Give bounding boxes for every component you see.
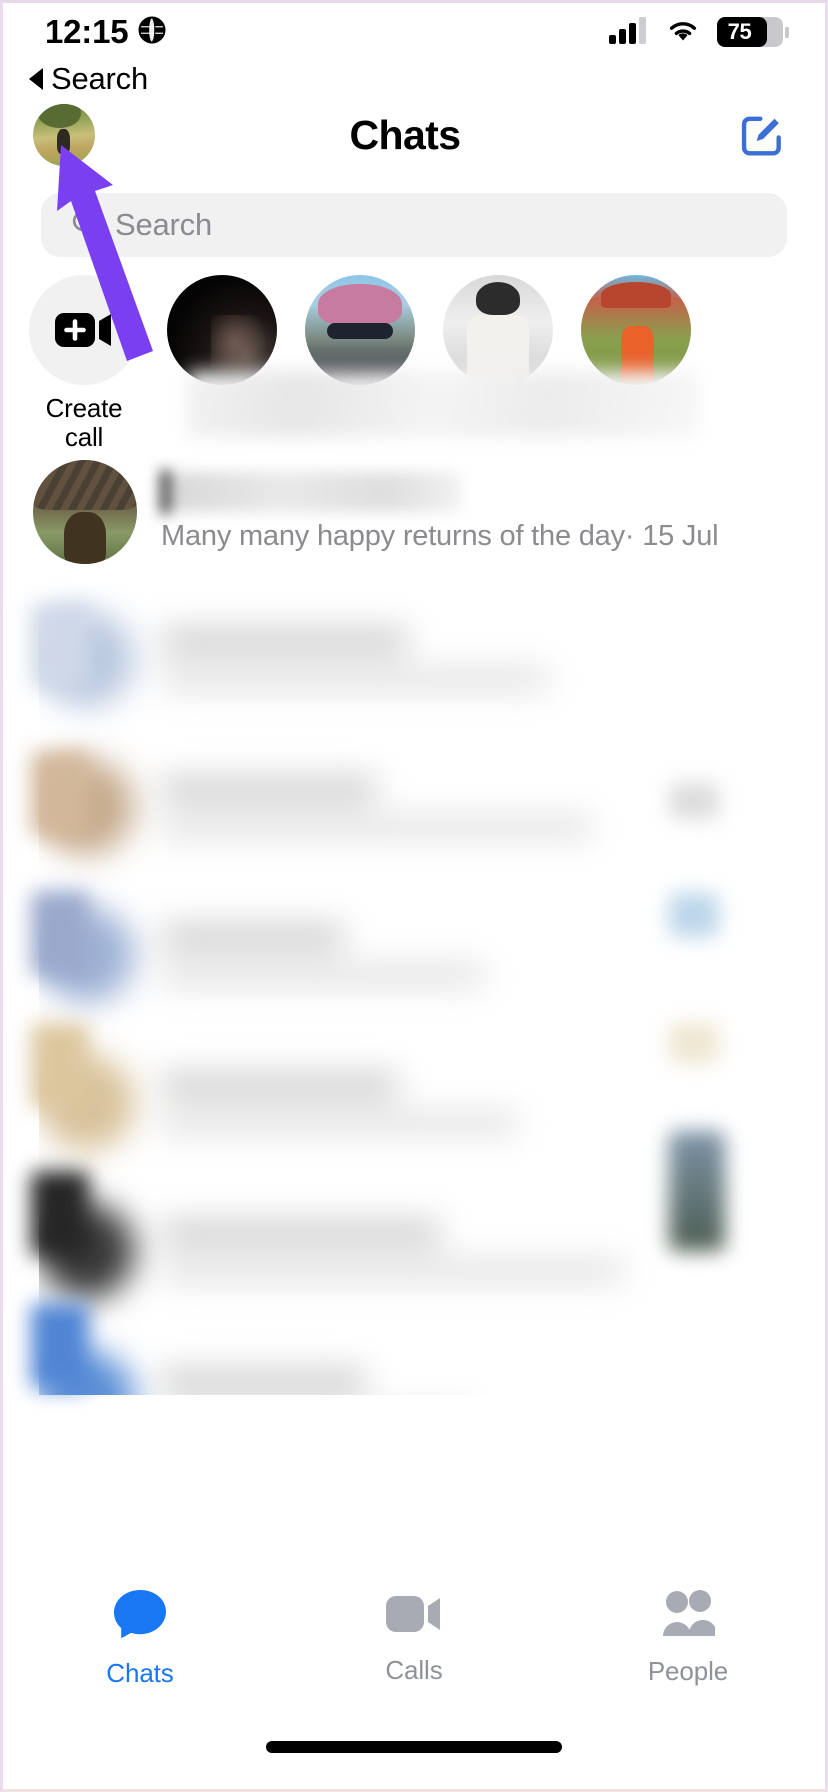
blurred-avatar-edge — [31, 1171, 89, 1257]
back-to-search-button[interactable]: Search — [21, 55, 156, 103]
back-label: Search — [51, 61, 149, 96]
video-camera-plus-icon — [55, 313, 111, 347]
chat-name-redacted — [161, 469, 461, 514]
battery-indicator: 75 — [717, 17, 789, 47]
blurred-thumbnail-edge — [669, 893, 719, 937]
compose-edit-icon — [741, 116, 781, 156]
blurred-content-strip — [187, 371, 699, 437]
blurred-thumbnail-edge — [669, 1131, 725, 1251]
story-avatar-1[interactable] — [167, 275, 277, 385]
profile-avatar[interactable] — [33, 104, 95, 166]
blurred-chat-list — [39, 585, 675, 1395]
compose-button[interactable] — [735, 108, 789, 162]
blurred-thumbnail-edge — [669, 1023, 719, 1063]
bottom-tab-bar: Chats Calls People — [3, 1573, 825, 1703]
back-caret-icon — [29, 68, 43, 90]
phone-screen: 12:15 75 Search Chats Search Create call… — [0, 0, 828, 1792]
status-bar-left: 12:15 — [45, 13, 167, 51]
tab-label-people: People — [647, 1656, 729, 1686]
chat-bubble-icon — [111, 1587, 169, 1646]
create-call-button[interactable]: Create call — [29, 275, 139, 452]
tab-label-chats: Chats — [106, 1658, 174, 1688]
search-placeholder: Search — [115, 207, 213, 242]
wifi-icon — [664, 16, 702, 49]
story-avatar-2[interactable] — [305, 275, 415, 385]
blurred-timestamp-edge — [669, 783, 719, 819]
video-camera-icon — [384, 1590, 444, 1643]
tab-people[interactable]: People — [551, 1589, 825, 1687]
status-bar: 12:15 75 — [3, 3, 825, 61]
story-avatar-3[interactable] — [443, 275, 553, 385]
create-call-label: Create call — [45, 393, 123, 453]
cellular-bars-icon — [609, 16, 649, 49]
story-avatar-4[interactable] — [581, 275, 691, 385]
chat-preview-text: Many many happy returns of the day· 15 J… — [161, 519, 719, 552]
home-indicator — [266, 1741, 562, 1753]
blurred-avatar-edge — [31, 603, 89, 689]
blurred-avatar-edge — [31, 891, 89, 977]
tab-calls[interactable]: Calls — [277, 1590, 551, 1686]
blurred-avatar-edge — [31, 1303, 89, 1389]
battery-percent-label: 75 — [727, 19, 752, 44]
nav-header: Chats — [3, 99, 825, 171]
blurred-avatar-edge — [31, 751, 89, 837]
tab-chats[interactable]: Chats — [3, 1587, 277, 1689]
blurred-avatar-edge — [31, 1023, 89, 1109]
chat-list-item[interactable]: Many many happy returns of the day· 15 J… — [3, 451, 825, 573]
people-icon — [657, 1589, 719, 1644]
search-icon — [69, 207, 101, 244]
search-input[interactable]: Search — [41, 193, 787, 257]
status-time: 12:15 — [45, 13, 129, 50]
globe-icon — [137, 15, 167, 50]
chat-avatar — [33, 460, 137, 564]
chat-item-body: Many many happy returns of the day· 15 J… — [161, 469, 795, 553]
tab-label-calls: Calls — [385, 1655, 443, 1685]
create-call-circle — [29, 275, 139, 385]
page-title: Chats — [349, 111, 462, 158]
status-bar-right: 75 — [609, 16, 789, 49]
